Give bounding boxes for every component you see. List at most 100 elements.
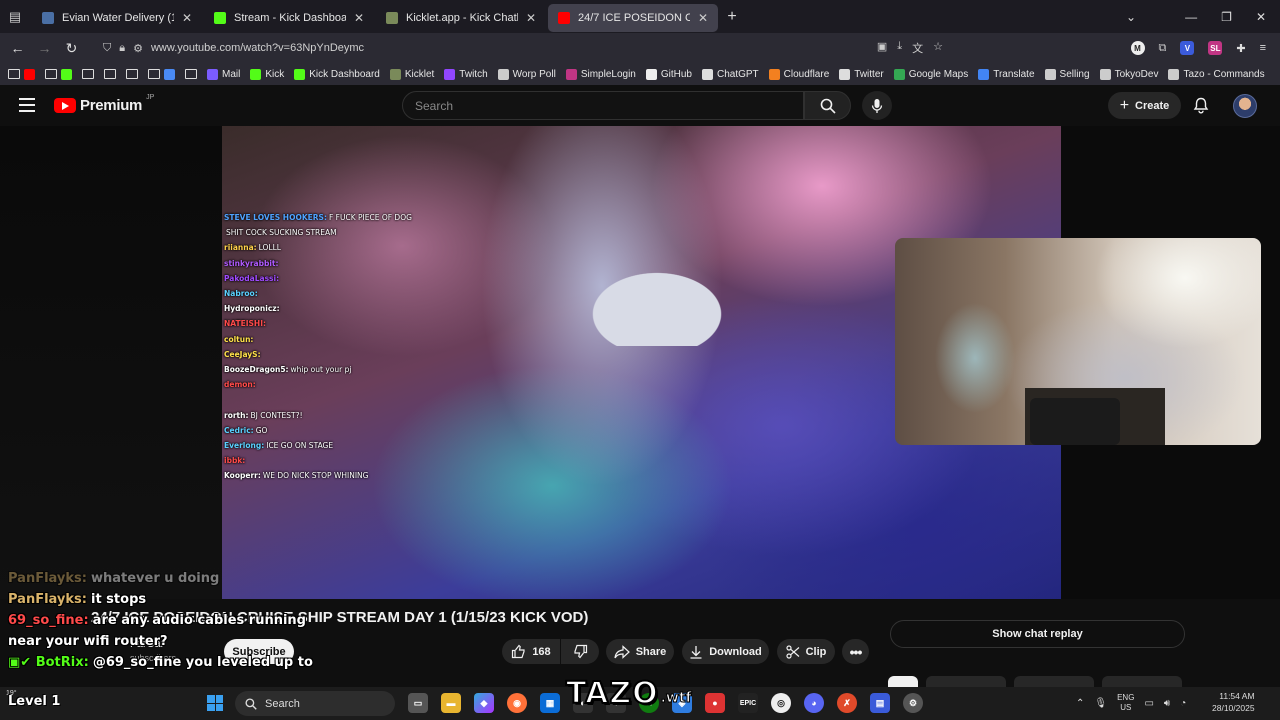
tab-close-icon[interactable]: ✕ — [526, 11, 536, 25]
download-page-icon[interactable]: ⤓ — [897, 40, 902, 56]
settings-gear-icon[interactable]: ⚙ — [903, 693, 923, 713]
url-text[interactable]: www.youtube.com/watch?v=63NpYnDeymc — [151, 42, 364, 54]
clip-button[interactable]: Clip — [777, 639, 835, 664]
browser-tab[interactable]: Stream - Kick Dashboard ✕ — [204, 4, 374, 32]
bookmark-item[interactable]: ChatGPT — [701, 68, 759, 80]
bookmark-label: Twitch — [459, 68, 488, 80]
firefox-icon[interactable]: ◉ — [507, 693, 527, 713]
browser-tab[interactable]: Evian Water Delivery (12 or 24 L ✕ — [32, 4, 202, 32]
tab-close-icon[interactable]: ✕ — [698, 11, 708, 25]
restore-icon[interactable]: ❐ — [1221, 10, 1232, 24]
bookmark-item[interactable]: Kick — [250, 68, 284, 80]
chat-username: demon: — [224, 380, 256, 390]
chat-username: Nabroo: — [224, 289, 258, 299]
browser-tab[interactable]: 24/7 ICE POSEIDON CRUISE SHI ✕ — [548, 4, 718, 32]
permissions-icon[interactable]: ⚙ — [133, 42, 143, 55]
bookmark-item[interactable]: Mail — [207, 68, 240, 80]
bookmark-item[interactable]: GitHub — [645, 68, 692, 80]
create-button[interactable]: + Create — [1108, 92, 1181, 119]
bookmark-item[interactable]: Twitter — [839, 68, 884, 80]
video-player[interactable] — [0, 126, 1280, 599]
picture-in-picture-icon[interactable]: ▣ — [877, 40, 887, 56]
bookmark-item[interactable]: SimpleLogin — [565, 68, 636, 80]
tab-close-icon[interactable]: ✕ — [182, 11, 192, 25]
bookmark-folder[interactable] — [82, 69, 94, 79]
forward-arrow-icon[interactable]: → — [31, 40, 58, 56]
chrome-icon[interactable]: ◎ — [771, 693, 791, 713]
search-button[interactable] — [804, 91, 851, 120]
stream-chat-line: rorth: BJ CONTEST?! — [224, 408, 424, 423]
bookmark-folder[interactable] — [8, 68, 35, 80]
clock[interactable]: 11:54 AM 28/10/2025 — [1212, 690, 1255, 714]
like-button[interactable]: 168 — [502, 639, 560, 664]
bookmark-star-icon[interactable]: ☆ — [933, 40, 943, 56]
bookmark-item[interactable]: Selling — [1044, 68, 1090, 80]
dislike-button[interactable] — [561, 639, 599, 664]
address-bar[interactable]: ⛉ 🔒︎ ⚙ www.youtube.com/watch?v=63NpYnDey… — [103, 35, 943, 61]
back-arrow-icon[interactable]: ← — [4, 40, 31, 56]
share-button[interactable]: Share — [606, 639, 674, 664]
tab-list-icon[interactable]: ▤ — [0, 9, 30, 25]
start-button-windows-icon[interactable] — [207, 695, 223, 711]
tray-overflow-chevron-icon[interactable]: ⌃ — [1076, 698, 1084, 709]
extension-puzzle-icon[interactable]: ⧉ — [1159, 42, 1167, 55]
show-chat-replay-button[interactable]: Show chat replay — [890, 620, 1185, 648]
account-avatar[interactable] — [1233, 94, 1257, 118]
close-window-icon[interactable]: ✕ — [1256, 10, 1266, 24]
bookmark-folder[interactable] — [104, 69, 116, 79]
bookmark-item[interactable]: Tazo - Commands — [1168, 68, 1265, 80]
bookmark-item[interactable]: TokyoDev — [1099, 68, 1158, 80]
app-menu-icon[interactable]: ≡ — [1260, 42, 1266, 54]
network-icon[interactable]: ▭ — [1144, 698, 1153, 709]
browser-tab[interactable]: Kicklet.app - Kick Chatbot and C ✕ — [376, 4, 546, 32]
volume-icon[interactable]: 🔊︎ — [1164, 698, 1170, 709]
app-icon[interactable]: ▤ — [870, 693, 890, 713]
extension-shield-icon[interactable]: V — [1180, 41, 1195, 55]
youtube-premium-logo[interactable]: Premium JP — [54, 94, 154, 114]
translate-page-icon[interactable]: 文 — [912, 40, 923, 56]
chat-username: BoozeDragon5: — [224, 365, 289, 375]
store-icon[interactable]: ▦ — [540, 693, 560, 713]
bookmark-item[interactable]: Kick Dashboard — [294, 68, 380, 80]
app-icon[interactable]: ✗ — [837, 693, 857, 713]
more-actions-button[interactable]: ••• — [842, 639, 869, 664]
taskbar-search[interactable]: Search — [235, 691, 395, 716]
bookmark-folder[interactable] — [148, 68, 175, 80]
app-icon[interactable]: ● — [705, 693, 725, 713]
bookmark-item[interactable]: Cloudflare — [768, 68, 829, 80]
bookmark-folder[interactable] — [126, 69, 138, 79]
bookmark-folder[interactable] — [45, 68, 72, 80]
minimize-icon[interactable]: — — [1185, 10, 1197, 24]
download-button[interactable]: Download — [682, 639, 769, 664]
copilot-icon[interactable]: ◆ — [474, 693, 494, 713]
bookmark-item[interactable]: Google Maps — [893, 68, 968, 80]
tab-overflow-chevron-icon[interactable]: ⌄ — [1126, 10, 1136, 24]
bookmark-item[interactable]: Worp Poll — [497, 68, 556, 80]
notifications-bell-icon[interactable] — [1193, 97, 1209, 119]
extension-m-icon[interactable]: M — [1130, 41, 1145, 55]
discord-icon[interactable]: ◕ — [804, 693, 824, 713]
file-explorer-icon[interactable]: ▬ — [441, 693, 461, 713]
bookmark-item[interactable]: Twitch — [444, 68, 488, 80]
language-indicator[interactable]: ENG US — [1117, 693, 1134, 713]
bookmark-item[interactable]: Translate — [978, 68, 1035, 80]
bookmark-item[interactable]: Kicklet — [389, 68, 434, 80]
voice-search-button[interactable] — [862, 91, 892, 120]
microphone-tray-icon[interactable]: 🎙︎ — [1094, 698, 1107, 709]
tab-close-icon[interactable]: ✕ — [354, 11, 364, 25]
battery-icon[interactable]: ◔ — [1180, 698, 1186, 709]
shield-icon[interactable]: ⛉ — [103, 42, 111, 55]
new-tab-button[interactable]: + — [718, 8, 746, 26]
bookmark-label: Tazo - Commands — [1183, 68, 1265, 80]
task-view-icon[interactable]: ▭ — [408, 693, 428, 713]
menu-hamburger-icon[interactable] — [19, 98, 35, 112]
lock-icon[interactable]: 🔒︎ — [119, 42, 125, 55]
bookmark-folder[interactable] — [185, 69, 197, 79]
extensions-menu-icon[interactable]: ✚ — [1236, 42, 1245, 55]
reload-icon[interactable]: ↻ — [58, 40, 85, 57]
chat-username: Hydroponicz: — [224, 304, 280, 314]
extension-sl-icon[interactable]: SL — [1208, 41, 1223, 55]
chat-message: LOLLL — [258, 243, 281, 253]
search-input[interactable]: Search — [402, 91, 804, 120]
epic-games-icon[interactable]: EPIC — [738, 693, 758, 713]
